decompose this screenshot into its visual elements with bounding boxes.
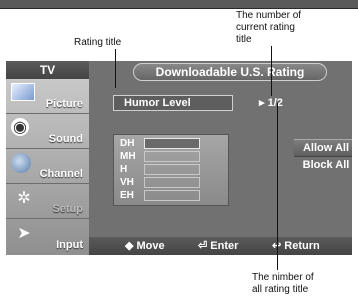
sidebar-item-label: Setup [52,203,83,215]
row-code: EH [120,190,134,201]
rating-cell[interactable] [144,190,200,201]
top-bar [0,0,358,9]
footer-bar: ◆ Move ⏎ Enter ↩ Return [89,237,352,255]
rating-cell[interactable] [144,138,200,149]
enter-hint[interactable]: ⏎ Enter [198,237,238,255]
sidebar-item-input[interactable]: ➤ Input [6,219,89,254]
tv-header: TV [6,61,89,79]
block-all-button[interactable]: Block All [294,157,352,173]
rating-cell[interactable] [144,177,200,188]
annotation-all-title: The nimber of all rating title [252,272,314,295]
sidebar-item-sound[interactable]: ◉ Sound [6,114,89,149]
rating-page-indicator: ▸ 1/2 [259,97,283,109]
callout-line-rating [115,49,116,88]
sidebar-item-channel[interactable]: Channel [6,149,89,184]
setup-icon: ✲ [17,190,31,207]
table-row[interactable]: VH [114,176,228,189]
rating-cell[interactable] [144,151,200,162]
move-hint: ◆ Move [125,240,165,252]
sidebar-item-label: Channel [39,168,83,180]
sidebar-item-label: Picture [45,98,83,110]
sidebar-item-label: Sound [48,133,83,145]
callout-line-current [271,46,272,96]
table-row[interactable]: DH [114,137,228,150]
page-title: Downloadable U.S. Rating [133,63,327,81]
annotation-rating-title: Rating title [74,37,122,48]
input-icon: ➤ [17,225,31,242]
rating-table: DH MH H VH EH [113,134,229,206]
row-code: MH [120,151,136,162]
channel-icon [11,153,31,173]
sound-icon: ◉ [11,118,29,136]
rating-cell[interactable] [144,164,200,175]
allow-all-button[interactable]: Allow All [294,139,352,157]
sidebar: Picture ◉ Sound Channel ✲ Setup ➤ Input [6,79,89,255]
sidebar-item-picture[interactable]: Picture [6,79,89,114]
sidebar-item-label: Input [56,239,83,251]
row-code: VH [120,177,134,188]
sidebar-item-setup[interactable]: ✲ Setup [6,184,89,219]
table-row[interactable]: H [114,163,228,176]
main-panel: Downloadable U.S. Rating Humor Level ▸ 1… [89,61,352,237]
table-row[interactable]: MH [114,150,228,163]
annotation-current-title: The number of current rating title [236,10,302,45]
row-code: H [120,164,128,175]
rating-title-selector[interactable]: Humor Level [113,95,233,111]
table-row[interactable]: EH [114,189,228,202]
return-hint[interactable]: ↩ Return [272,237,320,255]
tv-menu-screen: TV Picture ◉ Sound Channel ✲ Setup ➤ Inp… [6,61,352,255]
row-code: DH [120,138,135,149]
callout-line-all [277,103,278,270]
picture-icon [11,83,35,101]
